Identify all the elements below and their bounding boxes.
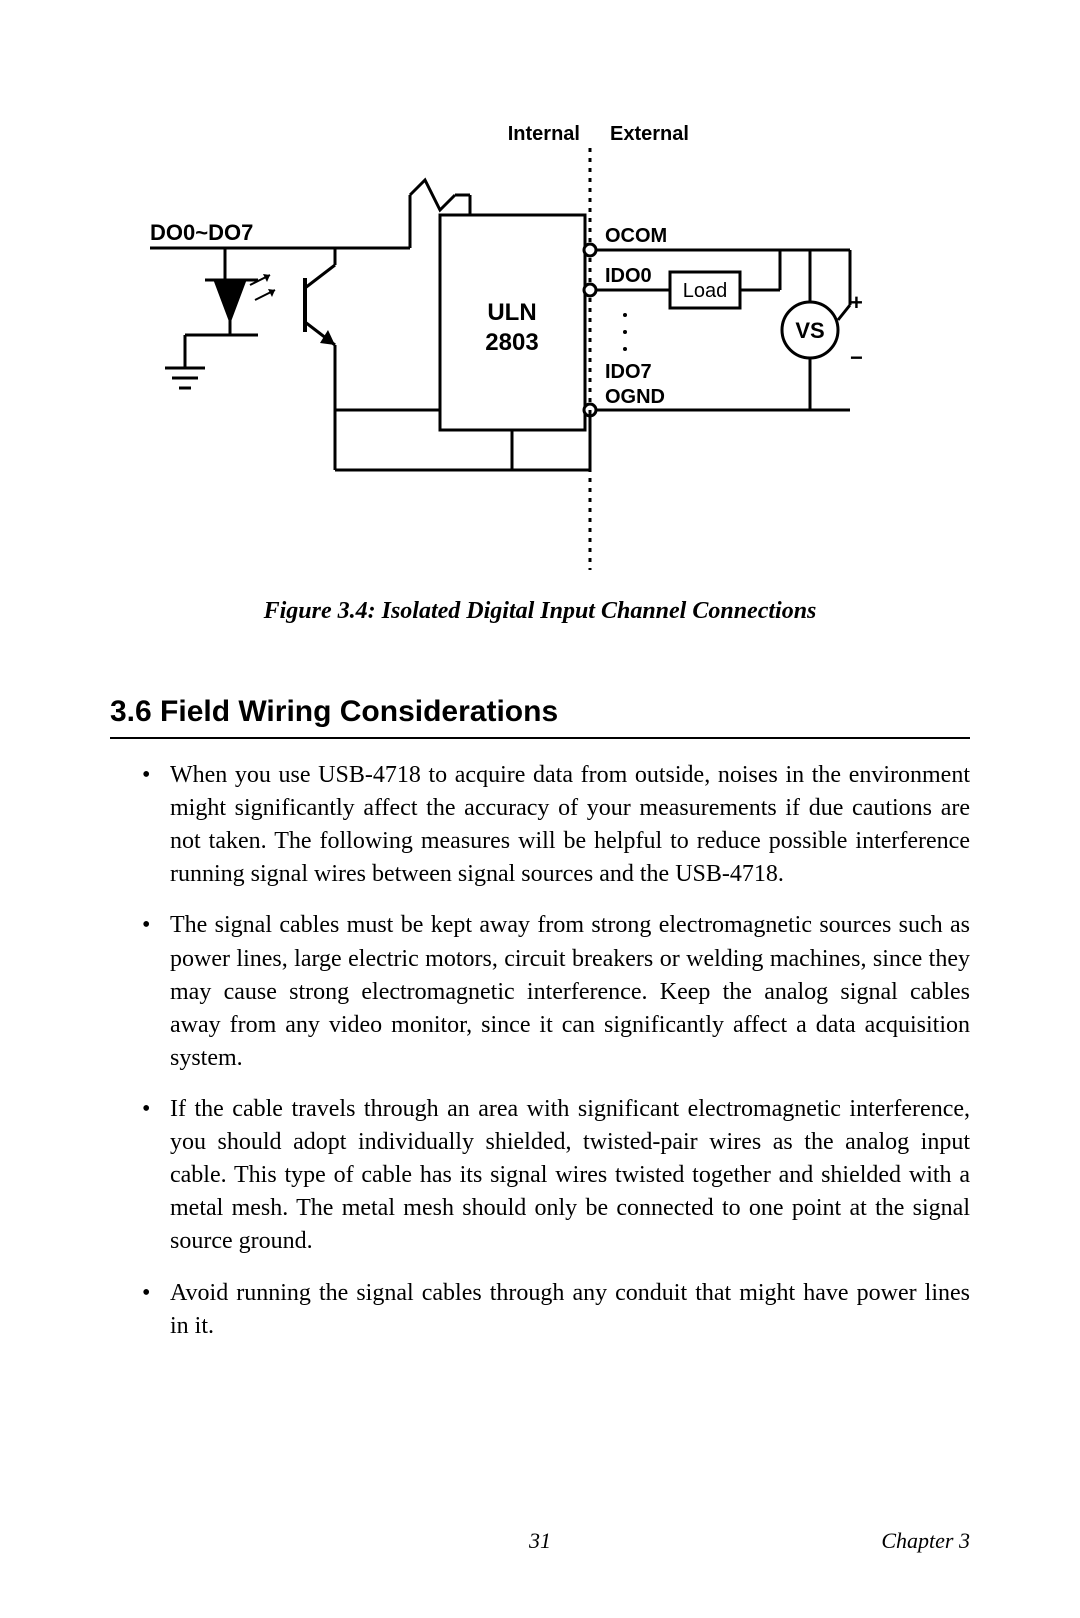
figure-caption: Figure 3.4: Isolated Digital Input Chann…: [110, 598, 970, 625]
list-item: The signal cables must be kept away from…: [170, 909, 970, 1075]
svg-text:OCOM: OCOM: [605, 225, 667, 247]
svg-text:2803: 2803: [485, 329, 538, 356]
section-heading: 3.6 Field Wiring Considerations: [110, 695, 970, 739]
svg-text:OGND: OGND: [605, 386, 665, 408]
svg-text:External: External: [610, 123, 689, 145]
svg-text:ULN: ULN: [487, 299, 536, 326]
svg-text:IDO7: IDO7: [605, 361, 652, 383]
list-item: If the cable travels through an area wit…: [170, 1093, 970, 1259]
svg-text:VS: VS: [795, 318, 824, 343]
page-number: 31: [529, 1528, 551, 1554]
chapter-label: Chapter 3: [881, 1528, 970, 1554]
svg-text:−: −: [850, 345, 863, 370]
svg-text:Internal: Internal: [508, 123, 580, 145]
svg-text:DO0~DO7: DO0~DO7: [150, 220, 253, 245]
svg-text:+: +: [850, 290, 863, 315]
svg-text:Load: Load: [683, 280, 728, 302]
bullet-list: When you use USB-4718 to acquire data fr…: [110, 759, 970, 1343]
circuit-diagram: Internal External DO0~DO7: [110, 110, 970, 625]
svg-text:IDO0: IDO0: [605, 265, 652, 287]
list-item: Avoid running the signal cables through …: [170, 1277, 970, 1343]
list-item: When you use USB-4718 to acquire data fr…: [170, 759, 970, 891]
